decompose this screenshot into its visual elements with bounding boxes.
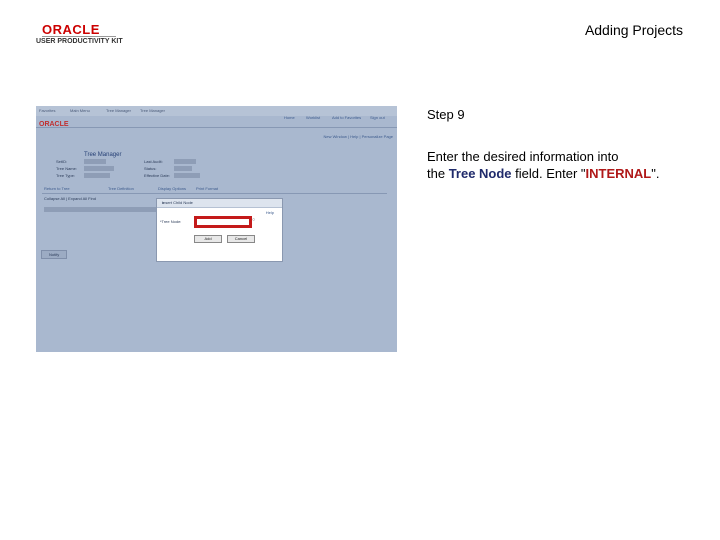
step-instructions: Enter the desired information into the T…	[427, 148, 697, 182]
instruction-text: the	[427, 166, 449, 181]
value-highlight: INTERNAL	[585, 166, 652, 181]
field-value	[174, 173, 200, 178]
field-label: Tree Name:	[56, 166, 77, 171]
field-label: Tree Type:	[56, 173, 75, 178]
topbar-item: Favorites	[39, 108, 56, 113]
tab-link: Print Format	[196, 186, 219, 191]
field-value	[174, 166, 192, 171]
topbar-item: Main Menu	[70, 108, 90, 113]
field-value	[84, 159, 106, 164]
close-icon: x	[162, 200, 164, 205]
logo-brand: ORACLE	[42, 22, 100, 37]
field-name-highlight: Tree Node	[448, 166, 512, 181]
toplink: Sign out	[370, 115, 385, 120]
screenshot-page-title: Tree Manager	[84, 152, 122, 158]
instruction-text: ".	[651, 166, 660, 181]
tree-controls: Collapse All | Expand All Find	[44, 196, 96, 201]
notify-button: Notify	[41, 250, 67, 259]
tab-link: Return to Tree	[44, 186, 70, 191]
instruction-line1: Enter the desired information into	[427, 149, 619, 164]
instruction-text: field. Enter "	[511, 166, 586, 181]
tree-node-input-highlight	[194, 216, 252, 228]
dialog-titlebar: Insert Child Node x	[157, 199, 282, 208]
dialog-help-link: Help	[265, 210, 274, 215]
field-label: Effective Date:	[144, 173, 170, 178]
page-title: Adding Projects	[584, 22, 683, 38]
logo-subtitle: USER PRODUCTIVITY KIT	[36, 38, 123, 45]
add-button: Add	[194, 235, 222, 243]
toplink: Add to Favorites	[332, 115, 362, 120]
oracle-upk-logo: ORACLE USER PRODUCTIVITY KIT	[36, 22, 126, 48]
tree-node-row	[44, 207, 156, 212]
toplink: Worklist	[306, 115, 321, 120]
magnifier-icon: ○	[252, 217, 256, 223]
field-label: Last Audit:	[144, 159, 163, 164]
application-screenshot: Favorites Main Menu Tree Manager Tree Ma…	[36, 106, 397, 352]
screenshot-tabrow: Return to Tree Tree Definition Display O…	[42, 185, 387, 194]
logo-divider	[42, 36, 116, 37]
field-value	[84, 173, 110, 178]
insert-node-dialog: Insert Child Node x Help *Tree Node: ○ A…	[156, 198, 283, 262]
field-label: Status:	[144, 166, 157, 171]
cancel-button: Cancel	[227, 235, 255, 243]
screenshot-navlinks: New Window | Help | Personalize Page	[323, 134, 393, 139]
screenshot-separator	[36, 127, 397, 128]
notify-label: Notify	[49, 252, 60, 257]
topbar-item: Tree Manager	[106, 108, 131, 113]
tab-link: Display Options	[158, 186, 187, 191]
tree-node-label: *Tree Node:	[160, 219, 182, 224]
field-value	[84, 166, 114, 171]
tab-link: Tree Definition	[108, 186, 134, 191]
topbar-item: Tree Manager	[140, 108, 165, 113]
field-value	[174, 159, 196, 164]
field-label: SetID:	[56, 159, 68, 164]
step-number: Step 9	[427, 107, 465, 122]
toplink: Home	[284, 115, 295, 120]
